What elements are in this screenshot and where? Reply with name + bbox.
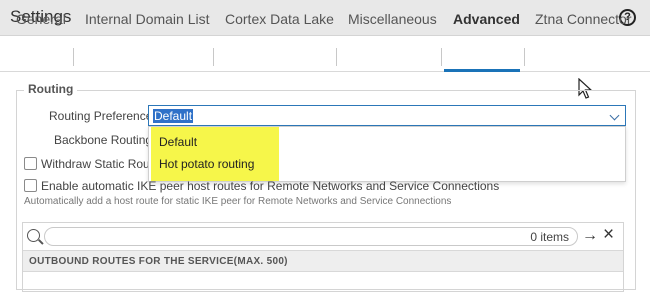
routing-preference-select[interactable]: Default	[148, 105, 626, 126]
items-count: 0 items	[530, 230, 569, 244]
tab-separator	[213, 48, 214, 66]
tab-separator	[73, 48, 74, 66]
ike-host-routes-label: Enable automatic IKE peer host routes fo…	[41, 179, 500, 193]
ike-host-routes-checkbox[interactable]	[24, 179, 37, 192]
close-icon[interactable]: ×	[603, 225, 614, 245]
tab-separator	[524, 48, 525, 66]
search-input[interactable]: 0 items	[44, 227, 578, 246]
tab-general[interactable]: General	[16, 11, 66, 27]
arrow-right-icon[interactable]: →	[582, 227, 598, 245]
withdraw-static-route-label: Withdraw Static Route	[41, 157, 160, 171]
tab-bar	[0, 36, 650, 72]
backbone-routing-label: Backbone Routing	[54, 133, 153, 147]
tab-ztna-connector[interactable]: Ztna Connector	[535, 11, 632, 27]
ike-host-routes-help: Automatically add a host route for stati…	[24, 196, 452, 207]
routing-preference-value: Default	[153, 109, 194, 123]
tab-miscellaneous[interactable]: Miscellaneous	[348, 11, 437, 27]
grid-column-header: OUTBOUND ROUTES FOR THE SERVICE(MAX. 500…	[23, 250, 623, 272]
grid-header-label: OUTBOUND ROUTES FOR THE SERVICE(MAX. 500…	[29, 256, 288, 267]
tab-advanced[interactable]: Advanced	[453, 11, 520, 27]
tab-cortex-data-lake[interactable]: Cortex Data Lake	[225, 11, 334, 27]
routing-preference-dropdown: Default Hot potato routing	[148, 126, 626, 182]
search-icon	[27, 229, 40, 242]
option-hot-potato-routing[interactable]: Hot potato routing	[159, 157, 254, 171]
chevron-down-icon[interactable]	[609, 110, 620, 121]
active-tab-indicator	[444, 69, 520, 72]
routing-legend: Routing	[24, 82, 78, 96]
tab-separator	[336, 48, 337, 66]
withdraw-static-route-checkbox[interactable]	[24, 157, 37, 170]
tab-separator	[441, 48, 442, 66]
tab-internal-domain-list[interactable]: Internal Domain List	[85, 11, 210, 27]
routing-preference-label: Routing Preference	[49, 109, 153, 123]
option-default[interactable]: Default	[159, 135, 197, 149]
